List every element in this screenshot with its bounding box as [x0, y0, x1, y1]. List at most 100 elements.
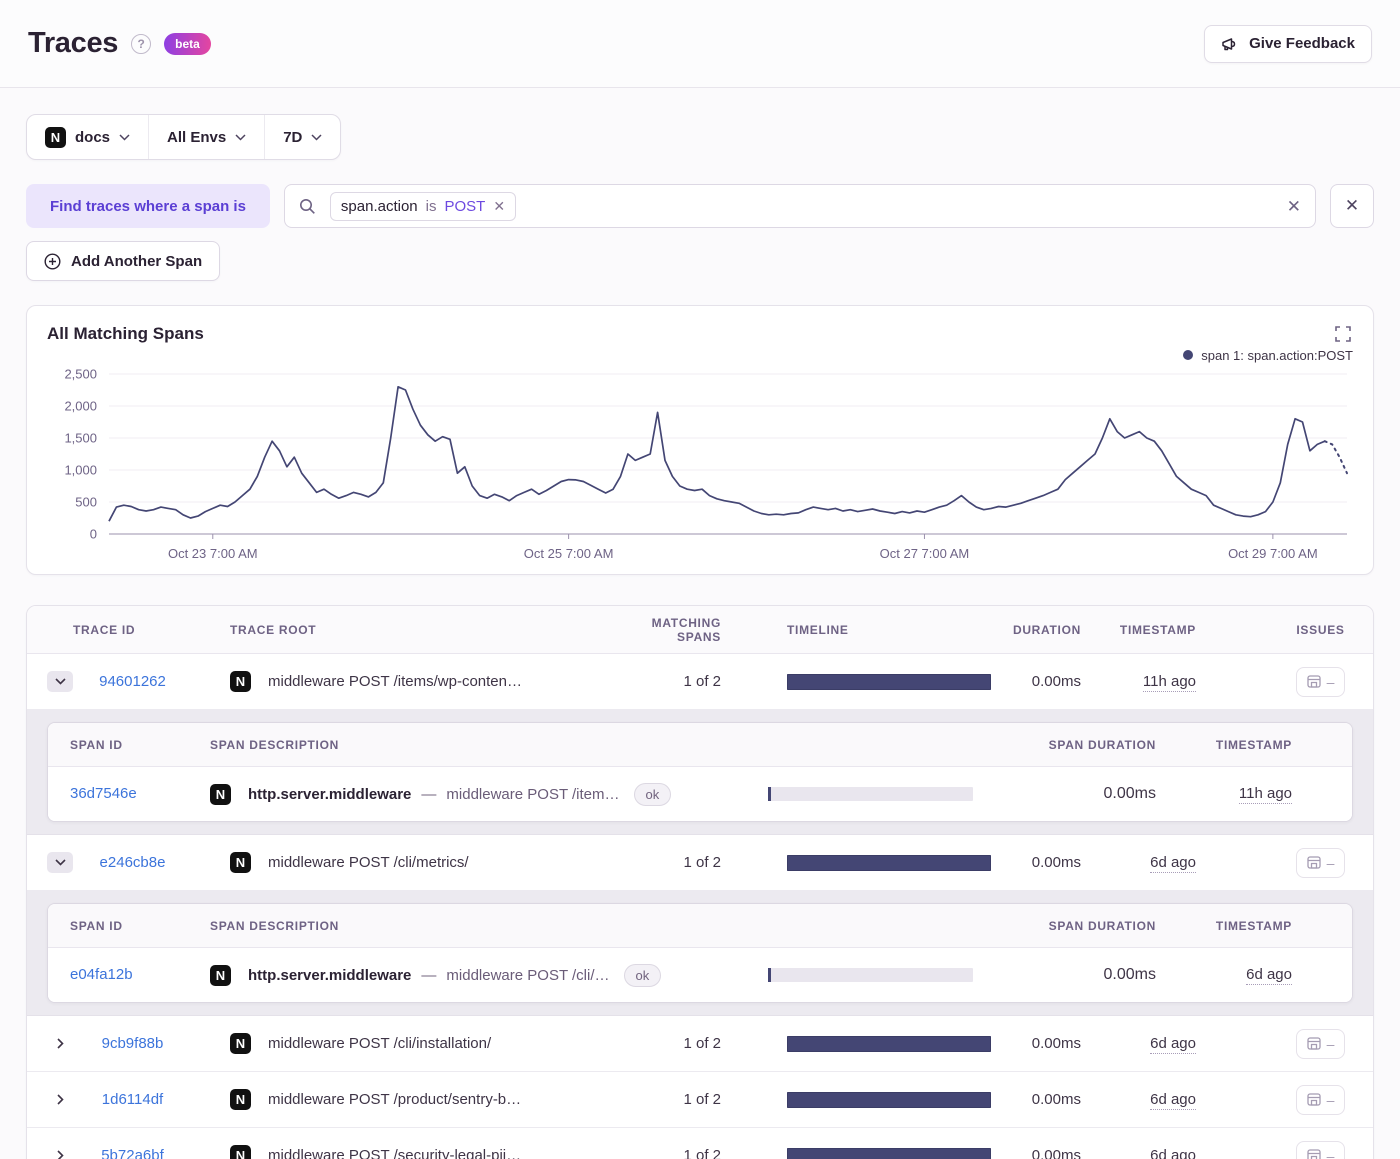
remove-span-filter-button[interactable]: ✕ — [1330, 184, 1374, 228]
expanded-span-section: SPAN ID SPAN DESCRIPTION SPAN DURATION T… — [27, 710, 1373, 835]
legend-dot — [1183, 350, 1194, 360]
search-icon — [299, 198, 315, 214]
svg-text:Oct 27 7:00 AM: Oct 27 7:00 AM — [880, 546, 970, 561]
table-row-trace: 5b72a6bf N middleware POST /security-leg… — [27, 1128, 1373, 1159]
token-remove-icon[interactable]: ✕ — [493, 199, 505, 213]
fullscreen-icon[interactable] — [1333, 324, 1353, 344]
span-op: http.server.middleware — [248, 966, 412, 984]
issues-count-dash: – — [1326, 1091, 1335, 1108]
svg-text:1,500: 1,500 — [64, 431, 97, 446]
timestamp-link[interactable]: 11h ago — [1142, 672, 1196, 692]
expand-trace-button[interactable] — [47, 1150, 73, 1159]
plus-circle-icon — [44, 252, 61, 270]
trace-id-link[interactable]: 5b72a6bf — [73, 1147, 192, 1159]
trace-id-link[interactable]: 9cb9f88b — [73, 1035, 192, 1052]
collapse-trace-button[interactable] — [47, 852, 73, 873]
table-row-trace: 94601262 N middleware POST /items/wp-con… — [27, 654, 1373, 710]
trace-root-label: middleware POST /items/wp-conten… — [268, 673, 522, 690]
timeline-bar[interactable] — [787, 1035, 991, 1052]
table-row-trace: e246cb8e N middleware POST /cli/metrics/… — [27, 835, 1373, 891]
chevron-down-icon — [54, 678, 66, 685]
timestamp-link[interactable]: 6d ago — [1150, 1146, 1196, 1159]
timeline-bar[interactable] — [787, 1147, 991, 1159]
timeline-bar[interactable] — [787, 854, 991, 871]
project-selector[interactable]: N docs — [27, 115, 148, 159]
chevron-right-icon — [56, 1150, 64, 1159]
give-feedback-button[interactable]: Give Feedback — [1204, 24, 1372, 63]
issue-icon — [1306, 675, 1321, 688]
all-matching-spans-panel: All Matching Spans span 1: span.action:P… — [26, 305, 1374, 575]
chevron-right-icon — [56, 1038, 64, 1049]
timestamp-link[interactable]: 6d ago — [1150, 1034, 1196, 1054]
timestamp-link[interactable]: 6d ago — [1150, 853, 1196, 873]
trace-id-link[interactable]: 94601262 — [73, 673, 192, 690]
add-another-span-button[interactable]: Add Another Span — [26, 241, 221, 281]
svg-text:0: 0 — [90, 527, 97, 542]
issues-button[interactable]: – — [1296, 1028, 1345, 1059]
matching-spans-value: 1 of 2 — [683, 673, 721, 690]
date-range-selector[interactable]: 7D — [264, 115, 340, 159]
collapse-trace-button[interactable] — [47, 671, 73, 692]
span-timeline-bar[interactable] — [768, 968, 973, 982]
timestamp-link[interactable]: 6d ago — [1150, 1090, 1196, 1110]
issue-icon — [1306, 1037, 1321, 1050]
table-row-trace: 1d6114df N middleware POST /product/sent… — [27, 1072, 1373, 1128]
trace-id-link[interactable]: 1d6114df — [73, 1091, 192, 1108]
trace-id-link[interactable]: e246cb8e — [73, 854, 192, 871]
environment-selector[interactable]: All Envs — [148, 115, 264, 159]
nextjs-project-icon: N — [45, 126, 66, 148]
clear-search-icon[interactable]: ✕ — [1287, 198, 1301, 215]
span-table-header: SPAN ID SPAN DESCRIPTION SPAN DURATION T… — [48, 904, 1352, 948]
chevron-down-icon — [119, 133, 130, 141]
help-icon[interactable]: ? — [131, 33, 152, 54]
chart-legend: span 1: span.action:POST — [47, 346, 1353, 364]
svg-text:500: 500 — [75, 495, 97, 510]
trace-root-label: middleware POST /cli/metrics/ — [268, 854, 469, 871]
trace-root-label: middleware POST /cli/installation/ — [268, 1035, 492, 1052]
col-duration: DURATION — [1012, 622, 1081, 637]
span-timestamp-link[interactable]: 11h ago — [1238, 785, 1292, 804]
nextjs-project-icon: N — [230, 852, 251, 873]
matching-spans-value: 1 of 2 — [683, 1147, 721, 1159]
expand-trace-button[interactable] — [47, 1038, 73, 1049]
svg-text:Oct 23 7:00 AM: Oct 23 7:00 AM — [168, 546, 258, 561]
col-trace-root: TRACE ROOT — [230, 622, 317, 637]
chevron-down-icon — [235, 133, 246, 141]
timeline-bar[interactable] — [787, 1091, 991, 1108]
chevron-down-icon — [54, 859, 66, 866]
col-timeline: TIMELINE — [787, 622, 849, 637]
timeline-bar[interactable] — [787, 673, 991, 690]
chart-title: All Matching Spans — [47, 324, 204, 343]
span-duration-value: 0.00ms — [1103, 785, 1156, 802]
filter-token-span-action[interactable]: span.action is POST ✕ — [329, 191, 517, 221]
duration-value: 0.00ms — [1031, 854, 1081, 871]
span-table-header: SPAN ID SPAN DESCRIPTION SPAN DURATION T… — [48, 723, 1352, 767]
span-search-input[interactable]: span.action is POST ✕ ✕ — [283, 184, 1316, 228]
svg-text:Oct 29 7:00 AM: Oct 29 7:00 AM — [1228, 546, 1318, 561]
nextjs-project-icon: N — [230, 1145, 251, 1159]
svg-text:2,000: 2,000 — [64, 399, 97, 414]
page-title: Traces — [28, 27, 119, 59]
duration-value: 0.00ms — [1031, 1091, 1081, 1108]
expand-trace-button[interactable] — [47, 1094, 73, 1105]
svg-text:Oct 25 7:00 AM: Oct 25 7:00 AM — [524, 546, 614, 561]
span-id-link[interactable]: 36d7546e — [70, 785, 137, 802]
trace-root-label: middleware POST /security-legal-pii… — [268, 1147, 522, 1159]
app-header: Traces ? beta Give Feedback — [0, 0, 1400, 88]
span-id-link[interactable]: e04fa12b — [70, 966, 133, 983]
issues-button[interactable]: – — [1296, 666, 1345, 697]
span-timeline-bar[interactable] — [768, 787, 973, 801]
issues-button[interactable]: – — [1296, 1084, 1345, 1115]
col-span-description: SPAN DESCRIPTION — [210, 918, 339, 933]
col-span-duration: SPAN DURATION — [1048, 737, 1156, 752]
issue-icon — [1306, 1149, 1321, 1159]
span-row: 36d7546e N http.server.middleware — midd… — [48, 767, 1352, 821]
issues-button[interactable]: – — [1296, 847, 1345, 878]
page-filter-bar: N docs All Envs 7D — [26, 114, 342, 160]
span-timestamp-link[interactable]: 6d ago — [1246, 966, 1292, 985]
col-span-timestamp: TIMESTAMP — [1215, 918, 1292, 933]
span-op: http.server.middleware — [248, 785, 412, 803]
nextjs-project-icon: N — [210, 964, 231, 986]
issues-button[interactable]: – — [1296, 1140, 1345, 1159]
trace-root-label: middleware POST /product/sentry-b… — [268, 1091, 522, 1108]
